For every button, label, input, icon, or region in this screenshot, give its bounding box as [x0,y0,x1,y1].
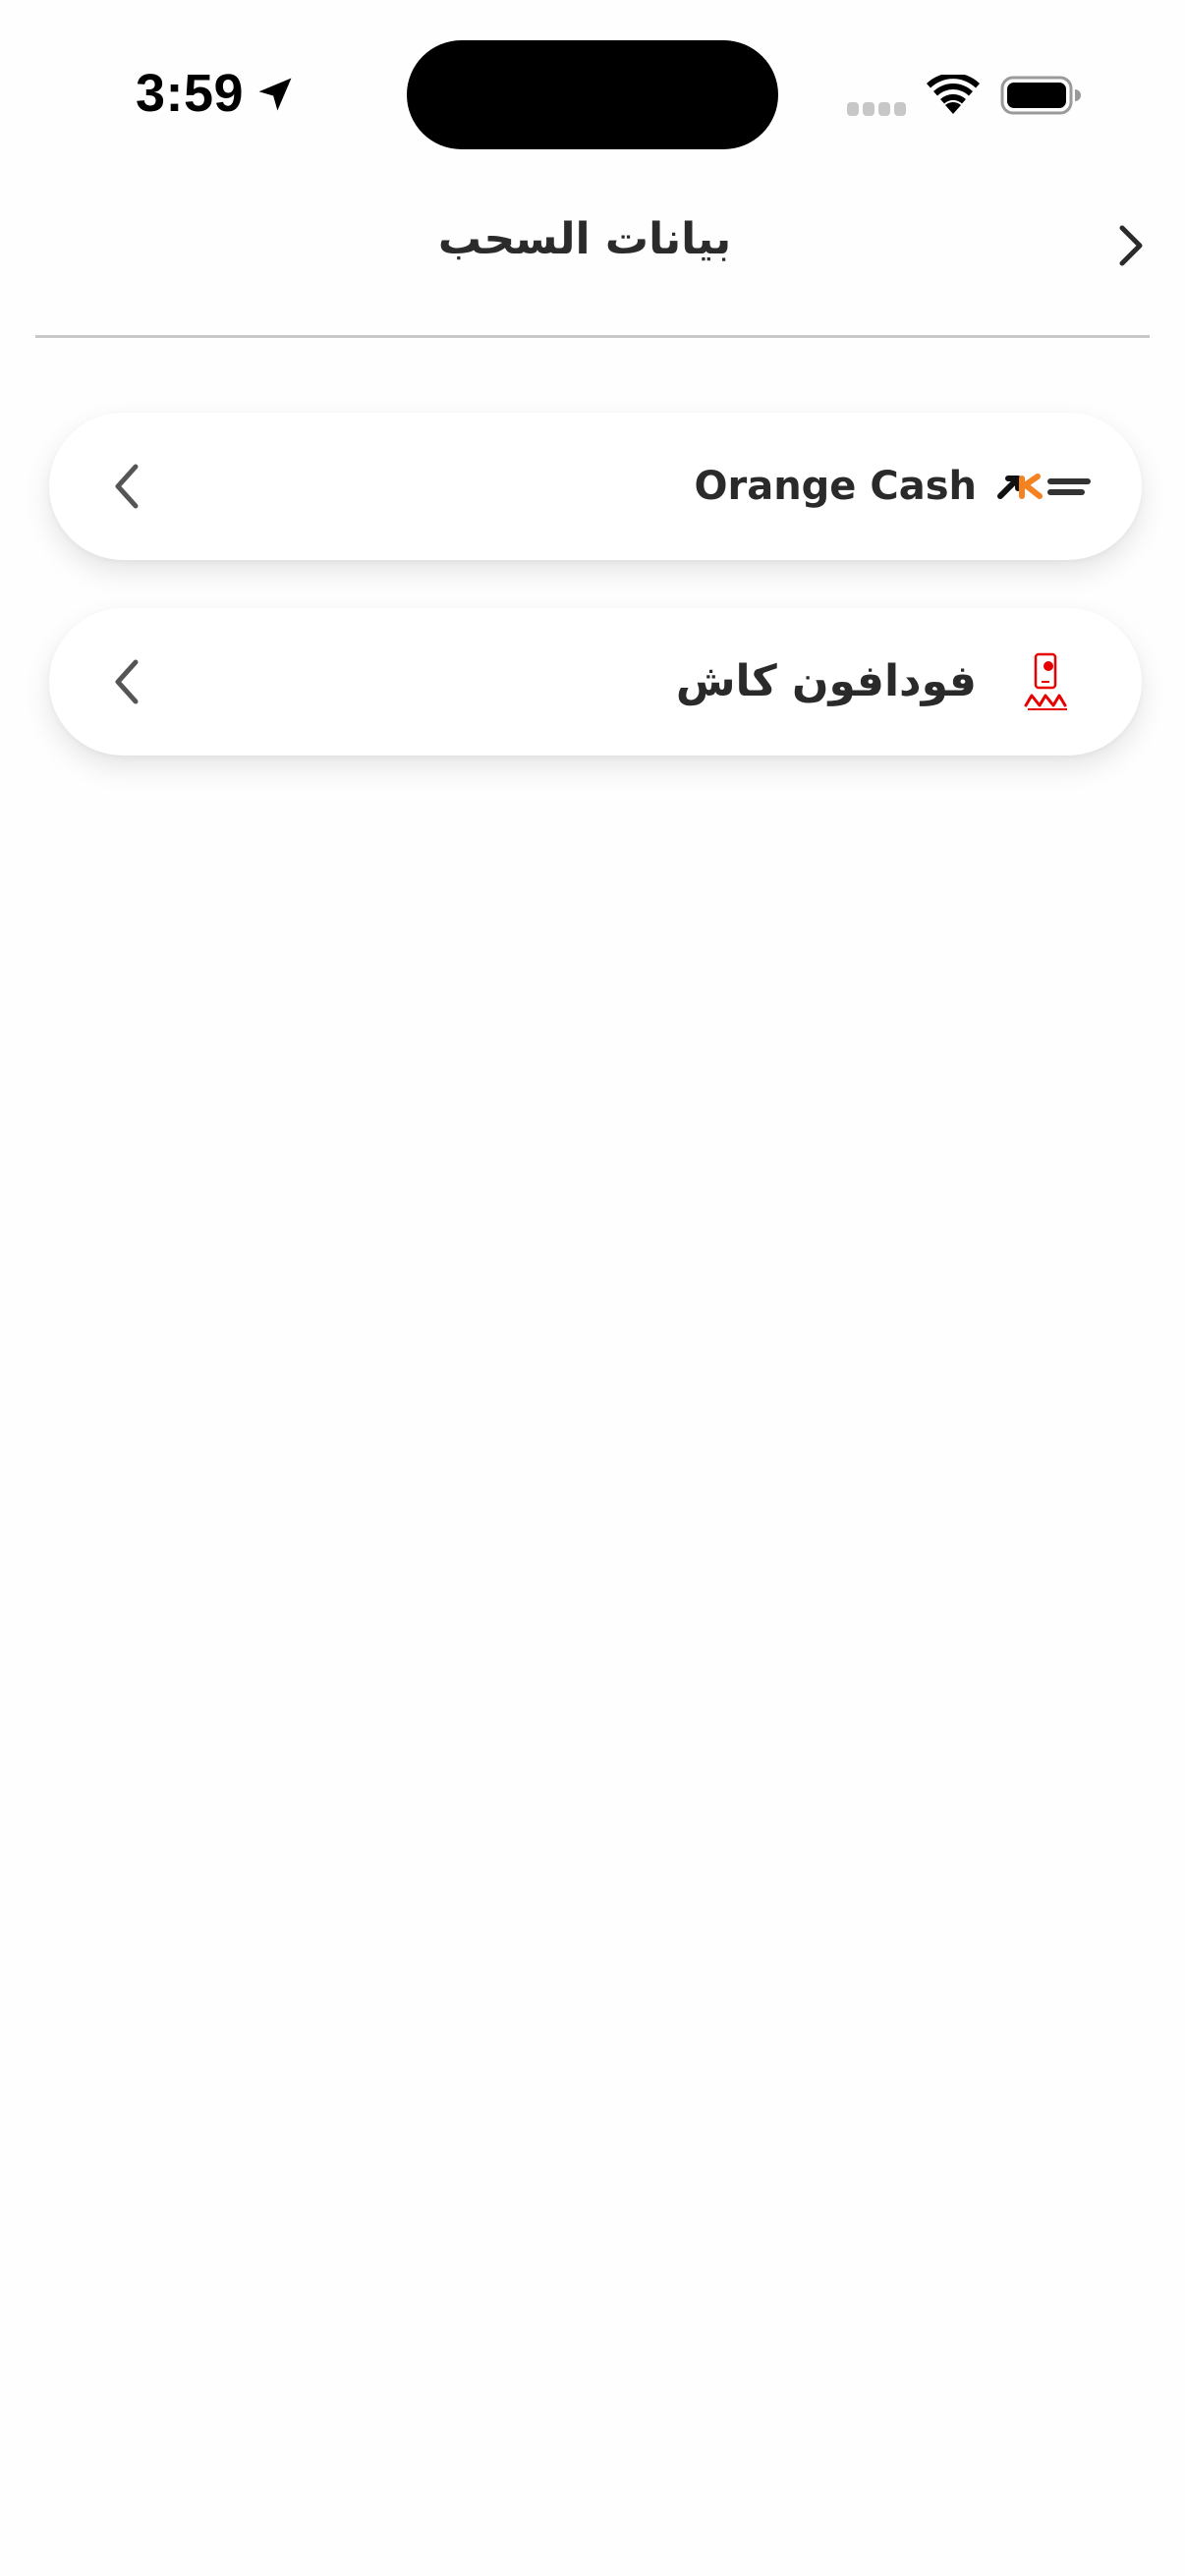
chevron-right-icon [1119,225,1143,266]
vodafone-cash-logo-icon [1024,652,1067,710]
wifi-icon [927,75,980,114]
payment-method-label: Orange Cash [694,464,977,509]
battery-icon [1000,76,1081,115]
payment-method-label: فودافون كاش [675,656,977,706]
status-time: 3:59 [136,64,245,123]
payment-method-orange-cash[interactable]: Orange Cash [49,413,1142,560]
location-arrow-icon [258,78,292,111]
orange-money-logo-icon [997,474,1091,499]
screen: 3:59 بيانات السحب Orange Cash فودافون كا… [0,0,1185,2576]
header-divider [35,335,1150,338]
page-title: بيانات السحب [437,214,732,264]
back-button[interactable] [1100,216,1159,275]
payment-method-vodafone-cash[interactable]: فودافون كاش [49,608,1142,756]
dynamic-island [407,40,778,149]
status-bar: 3:59 [0,0,1185,177]
chevron-left-icon [98,652,157,711]
header: بيانات السحب [0,177,1185,334]
chevron-left-icon [98,457,157,516]
cellular-signal-icon [847,102,906,116]
